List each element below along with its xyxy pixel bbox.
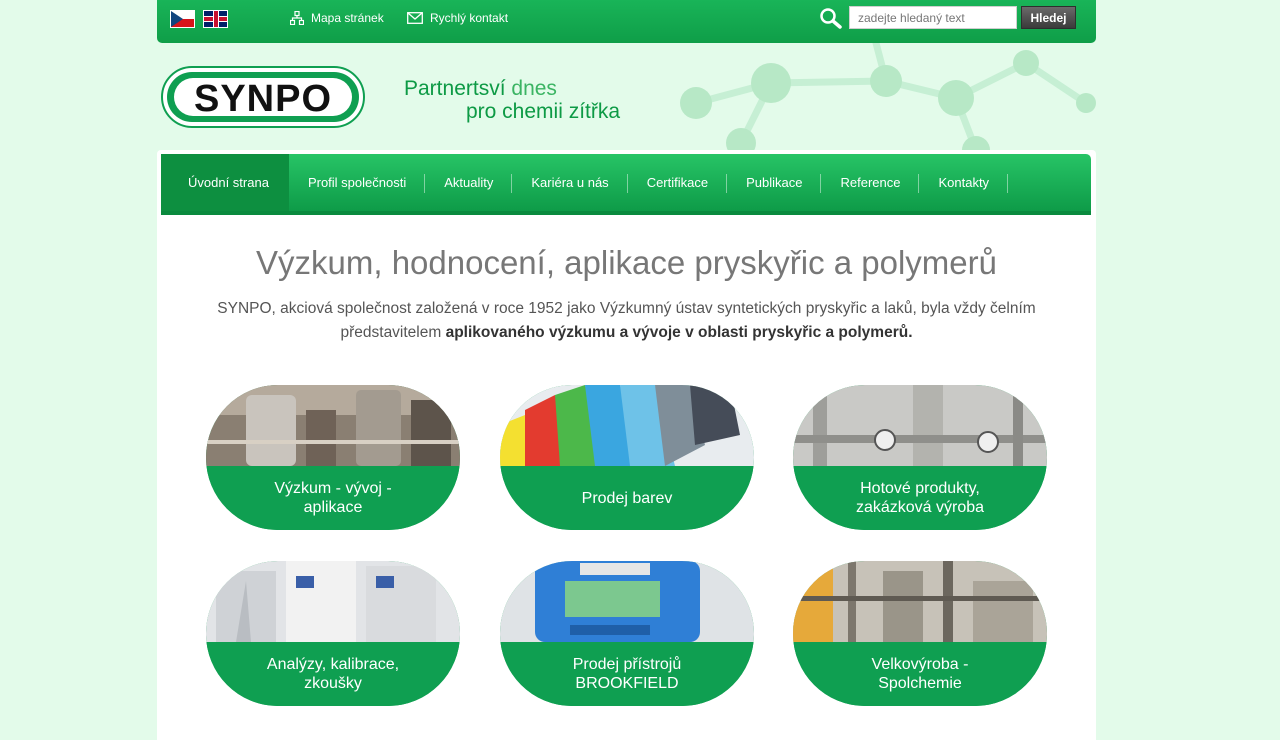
nav-certification[interactable]: Certifikace bbox=[628, 154, 728, 211]
nav-company-profile[interactable]: Profil společnosti bbox=[289, 154, 426, 211]
czech-flag-icon[interactable] bbox=[170, 10, 195, 28]
nav-contacts[interactable]: Kontakty bbox=[919, 154, 1008, 211]
rheometer-photo-icon bbox=[500, 561, 754, 642]
search-button[interactable]: Hledej bbox=[1021, 6, 1076, 29]
page-title: Výzkum, hodnocení, aplikace pryskyřic a … bbox=[256, 244, 997, 281]
uk-flag-icon[interactable] bbox=[203, 10, 228, 28]
search-icon bbox=[820, 8, 842, 29]
nav-publications[interactable]: Publikace bbox=[727, 154, 822, 211]
envelope-icon bbox=[407, 12, 423, 24]
card-analysis-calibration[interactable]: Analýzy, kalibrace, zkoušky bbox=[206, 561, 460, 706]
tagline-line-2: pro chemii zítřka bbox=[466, 100, 621, 123]
tagline-line-1: Partnertsví dnes bbox=[404, 77, 557, 100]
card-finished-products[interactable]: Hotové produkty, zakázková výroba bbox=[793, 385, 1047, 530]
card-paint-sales[interactable]: Prodej barev bbox=[500, 385, 754, 530]
top-bar: Mapa stránek Rychlý kontakt Hledej bbox=[157, 0, 1096, 43]
sitemap-icon bbox=[290, 11, 304, 25]
svg-text:SYNPO: SYNPO bbox=[194, 78, 332, 120]
nav-career[interactable]: Kariéra u nás bbox=[512, 154, 629, 211]
nav-home[interactable]: Úvodní strana bbox=[161, 154, 289, 211]
card-label: Výzkum - vývoj - aplikace bbox=[274, 480, 392, 516]
intro-paragraph: SYNPO, akciová společnost založená v roc… bbox=[217, 300, 1036, 341]
molecule-graphic-icon bbox=[680, 43, 1096, 150]
card-label: Analýzy, kalibrace, zkoušky bbox=[266, 656, 400, 692]
search-input[interactable] bbox=[849, 6, 1017, 29]
card-spolchemie-production[interactable]: Velkovýroba - Spolchemie bbox=[793, 561, 1047, 706]
card-label: Velkovýroba - Spolchemie bbox=[871, 656, 969, 692]
lab-equipment-photo-icon bbox=[206, 385, 460, 466]
pipes-gauges-photo-icon bbox=[793, 385, 1047, 466]
card-label: Prodej přístrojů BROOKFIELD bbox=[572, 656, 682, 692]
industrial-plant-photo-icon bbox=[793, 561, 1047, 642]
sitemap-link[interactable]: Mapa stránek bbox=[290, 11, 384, 25]
lab-instruments-photo-icon bbox=[206, 561, 460, 642]
card-label: Prodej barev bbox=[581, 489, 673, 507]
sitemap-label: Mapa stránek bbox=[311, 11, 384, 25]
nav-news[interactable]: Aktuality bbox=[425, 154, 513, 211]
nav-references[interactable]: Reference bbox=[821, 154, 920, 211]
color-swatches-photo-icon bbox=[500, 385, 754, 466]
card-label: Hotové produkty, zakázková výroba bbox=[855, 480, 985, 516]
card-brookfield-instruments[interactable]: Prodej přístrojů BROOKFIELD bbox=[500, 561, 754, 706]
quick-contact-link[interactable]: Rychlý kontakt bbox=[407, 11, 508, 25]
quick-contact-label: Rychlý kontakt bbox=[430, 11, 509, 25]
card-research-development[interactable]: Výzkum - vývoj - aplikace bbox=[206, 385, 460, 530]
synpo-logo[interactable]: SYNPO bbox=[161, 66, 365, 128]
main-navigation: Úvodní strana Profil společnosti Aktuali… bbox=[161, 154, 1091, 215]
